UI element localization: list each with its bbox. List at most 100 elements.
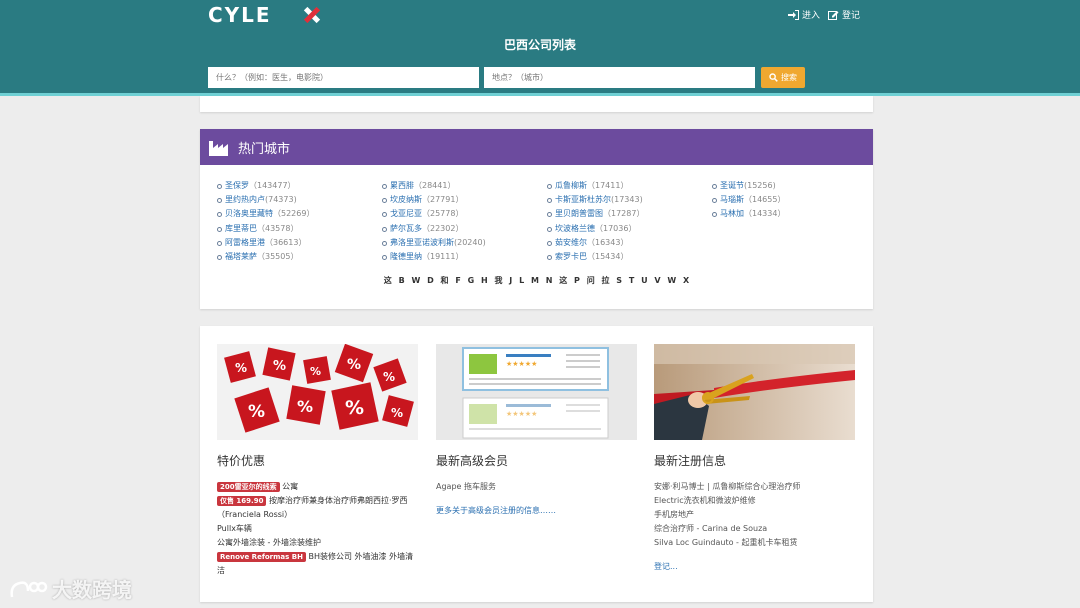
alpha-letter[interactable]: F [455, 276, 460, 285]
registration-item[interactable]: Electric洗衣机和微波炉维修 [654, 494, 855, 508]
city-name[interactable]: 弗洛里亚诺波利斯 [390, 238, 454, 247]
registrations-image[interactable] [654, 344, 855, 440]
city-name[interactable]: 隆德里纳 [390, 252, 422, 261]
alpha-letter[interactable]: B [399, 276, 405, 285]
premium-more-link[interactable]: 更多关于高级会员注册的信息…… [436, 504, 637, 518]
alpha-letter[interactable]: P [574, 276, 580, 285]
city-item[interactable]: 瓜鲁柳斯（17411） [546, 179, 711, 193]
alpha-letter[interactable]: N [546, 276, 553, 285]
city-name[interactable]: 里贝朗普雷图 [555, 209, 603, 218]
alpha-letter[interactable]: M [531, 276, 539, 285]
city-item[interactable]: 累西腓（28441） [381, 179, 546, 193]
city-item[interactable]: 圣诞节(15256) [711, 179, 861, 193]
svg-text:%: % [235, 361, 247, 375]
login-link[interactable]: 进入 [787, 8, 820, 21]
alpha-letter[interactable]: 拉 [602, 276, 610, 285]
city-item[interactable]: 库里蒂巴（43578） [216, 222, 381, 236]
deal-item[interactable]: 公寓外墙涂装 - 外墙涂装维护 [217, 536, 418, 550]
deals-list: 200雷亚尔的线索 公寓 仅售 169.90 按摩治疗师兼身体治疗师弗朗西拉·罗… [217, 480, 418, 578]
city-count: （22302） [422, 223, 464, 233]
deal-item[interactable]: Pullx车辆 [217, 522, 418, 536]
search-where-input[interactable] [484, 67, 755, 88]
city-name[interactable]: 里约热内卢 [225, 195, 265, 204]
city-name[interactable]: 瓜鲁柳斯 [555, 181, 587, 190]
city-name[interactable]: 马瑙斯 [720, 195, 744, 204]
deal-item[interactable]: Renove Reformas BH BH装修公司 外墙油漆 外墙清洁 [217, 550, 418, 578]
city-name[interactable]: 萨尔瓦多 [390, 224, 422, 233]
city-count: (15256) [744, 181, 776, 190]
alpha-letter[interactable]: 这 [384, 276, 392, 285]
city-item[interactable]: 茹安维尔（16343） [546, 236, 711, 250]
city-name[interactable]: 库里蒂巴 [225, 224, 257, 233]
city-item[interactable]: 坎波格兰德（17036） [546, 222, 711, 236]
alpha-letter[interactable]: 我 [494, 276, 502, 285]
alpha-letter[interactable]: W [411, 276, 420, 285]
city-item[interactable]: 隆德里纳（19111） [381, 250, 546, 264]
city-name[interactable]: 茹安维尔 [555, 238, 587, 247]
premium-item[interactable]: Agape 拖车服务 [436, 480, 637, 494]
city-name[interactable]: 坎皮纳斯 [390, 195, 422, 204]
deal-item[interactable]: 仅售 169.90 按摩治疗师兼身体治疗师弗朗西拉·罗西 [217, 494, 418, 508]
registration-item[interactable]: 安娜·利马博士 | 瓜鲁柳斯综合心理治疗师 [654, 480, 855, 494]
city-count: （14655） [744, 195, 786, 205]
city-name[interactable]: 坎波格兰德 [555, 224, 595, 233]
cylex-logo[interactable]: CYLE [208, 4, 328, 26]
bottom-panel: % % % % % % % % % 特价优惠 200雷亚尔的线索 公寓 仅售 1… [200, 326, 873, 602]
city-name[interactable]: 福塔莱萨 [225, 252, 257, 261]
svg-text:★★★★★: ★★★★★ [506, 360, 537, 368]
city-name[interactable]: 阿雷格里港 [225, 238, 265, 247]
city-name[interactable]: 累西腓 [390, 181, 414, 190]
registration-item[interactable]: 综合治疗师 - Carina de Souza [654, 522, 855, 536]
city-name[interactable]: 圣诞节 [720, 181, 744, 190]
city-item[interactable]: 福塔莱萨（35505） [216, 250, 381, 264]
city-item[interactable]: 贝洛奥里藏特（52269） [216, 207, 381, 221]
city-item[interactable]: 卡斯亚斯杜苏尔(17343) [546, 193, 711, 207]
deal-item-cont[interactable]: （Franciela Rossi） [217, 508, 418, 522]
city-item[interactable]: 戈亚尼亚（25778） [381, 207, 546, 221]
alpha-letter[interactable]: X [683, 276, 689, 285]
city-item[interactable]: 圣保罗（143477） [216, 179, 381, 193]
city-name[interactable]: 贝洛奥里藏特 [225, 209, 273, 218]
city-item[interactable]: 里约热内卢(74373) [216, 193, 381, 207]
search-what-input[interactable] [208, 67, 479, 88]
city-item[interactable]: 坎皮纳斯（27791） [381, 193, 546, 207]
deals-image[interactable]: % % % % % % % % % [217, 344, 418, 440]
alpha-letter[interactable]: L [519, 276, 524, 285]
city-item[interactable]: 马林加（14334） [711, 207, 861, 221]
register-link[interactable]: 登记 [827, 8, 860, 21]
city-item[interactable]: 索罗卡巴（15434） [546, 250, 711, 264]
register-more-link[interactable]: 登记... [654, 560, 855, 574]
city-name[interactable]: 戈亚尼亚 [390, 209, 422, 218]
deal-text[interactable]: 公寓 [282, 482, 298, 491]
city-count: （17287） [603, 209, 645, 219]
premium-image[interactable]: ★★★★★ ★★★★★ [436, 344, 637, 440]
registration-item[interactable]: 手机房地产 [654, 508, 855, 522]
alpha-letter[interactable]: W [667, 276, 676, 285]
alpha-letter[interactable]: 这 [559, 276, 567, 285]
alpha-letter[interactable]: U [641, 276, 648, 285]
search-button[interactable]: 搜索 [761, 67, 805, 88]
alpha-letter[interactable]: S [616, 276, 622, 285]
alpha-letter[interactable]: 和 [441, 276, 449, 285]
registration-item[interactable]: Silva Loc Guindauto - 起重机卡车租赁 [654, 536, 855, 550]
city-name[interactable]: 马林加 [720, 209, 744, 218]
city-name[interactable]: 圣保罗 [225, 181, 249, 190]
city-item[interactable]: 阿雷格里港（36613） [216, 236, 381, 250]
alpha-letter[interactable]: V [654, 276, 660, 285]
alpha-letter[interactable]: D [427, 276, 434, 285]
deal-text[interactable]: 按摩治疗师兼身体治疗师弗朗西拉·罗西 [269, 496, 408, 505]
deal-item[interactable]: 200雷亚尔的线索 公寓 [217, 480, 418, 494]
alpha-letter[interactable]: H [481, 276, 488, 285]
alpha-letter[interactable]: J [509, 276, 512, 285]
alpha-letter[interactable]: T [629, 276, 634, 285]
city-item[interactable]: 萨尔瓦多（22302） [381, 222, 546, 236]
city-count: (74373) [265, 195, 297, 205]
alpha-letter[interactable]: 问 [587, 276, 595, 285]
city-name[interactable]: 索罗卡巴 [555, 252, 587, 261]
city-item[interactable]: 弗洛里亚诺波利斯(20240) [381, 236, 546, 250]
alpha-letter[interactable]: G [468, 276, 475, 285]
city-count: （16343） [587, 237, 629, 247]
city-item[interactable]: 马瑙斯（14655） [711, 193, 861, 207]
city-item[interactable]: 里贝朗普雷图（17287） [546, 207, 711, 221]
city-name[interactable]: 卡斯亚斯杜苏尔 [555, 195, 611, 204]
